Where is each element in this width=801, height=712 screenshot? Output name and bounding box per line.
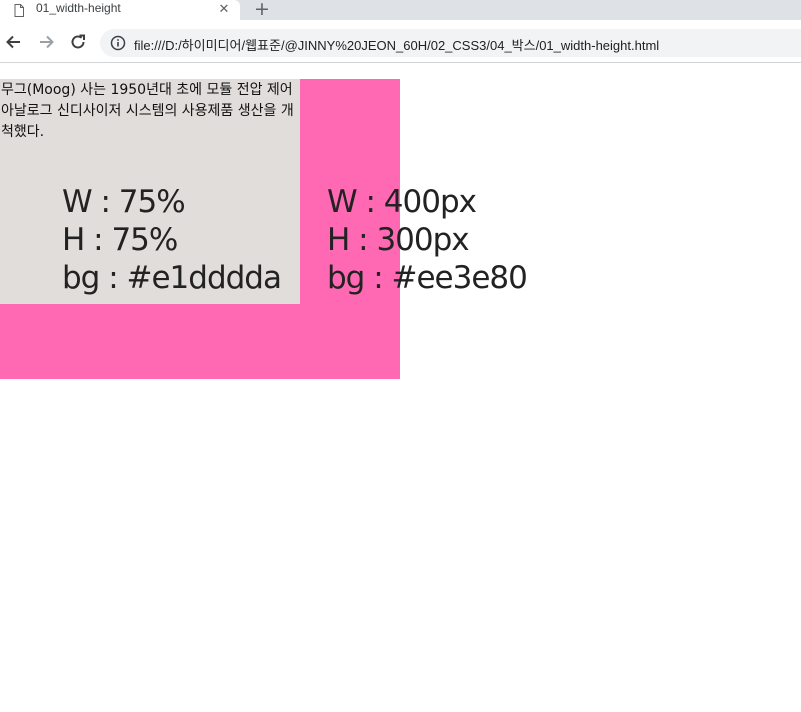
address-bar[interactable]: file:///D:/하이미디어/웹표준/@JINNY%20JEON_60H/0… (100, 29, 801, 57)
inner-box-spec: W : 75% H : 75% bg : #e1dddda (62, 183, 282, 297)
close-icon[interactable]: ✕ (216, 2, 232, 18)
outer-box-spec: W : 400px H : 300px bg : #ee3e80 (327, 183, 528, 297)
outer-height-label: H : 300px (327, 222, 470, 258)
tab-strip: 01_width-height ✕ + (0, 0, 801, 20)
browser-tab[interactable]: 01_width-height ✕ (0, 0, 240, 20)
page-viewport: 무그(Moog) 사는 1950년대 초에 모듈 전압 제어 아날로그 신디사이… (0, 63, 801, 712)
inner-box: 무그(Moog) 사는 1950년대 초에 모듈 전압 제어 아날로그 신디사이… (0, 79, 300, 304)
inner-height-label: H : 75% (62, 222, 178, 258)
outer-width-label: W : 400px (327, 184, 477, 220)
inner-width-label: W : 75% (62, 184, 186, 220)
outer-box: 무그(Moog) 사는 1950년대 초에 모듈 전압 제어 아날로그 신디사이… (0, 79, 528, 379)
description-paragraph: 무그(Moog) 사는 1950년대 초에 모듈 전압 제어 아날로그 신디사이… (1, 82, 294, 140)
forward-arrow-icon[interactable] (36, 32, 56, 52)
plus-icon[interactable]: + (251, 0, 273, 20)
outer-bg-label: bg : #ee3e80 (327, 260, 528, 296)
tab-title: 01_width-height (36, 1, 121, 15)
back-arrow-icon[interactable] (4, 32, 24, 52)
page-icon (14, 2, 24, 17)
reload-icon[interactable] (68, 32, 88, 52)
browser-toolbar: file:///D:/하이미디어/웹표준/@JINNY%20JEON_60H/0… (0, 20, 801, 63)
info-icon[interactable] (110, 35, 126, 51)
url-text[interactable]: file:///D:/하이미디어/웹표준/@JINNY%20JEON_60H/0… (134, 35, 659, 54)
inner-bg-label: bg : #e1dddda (62, 260, 282, 296)
